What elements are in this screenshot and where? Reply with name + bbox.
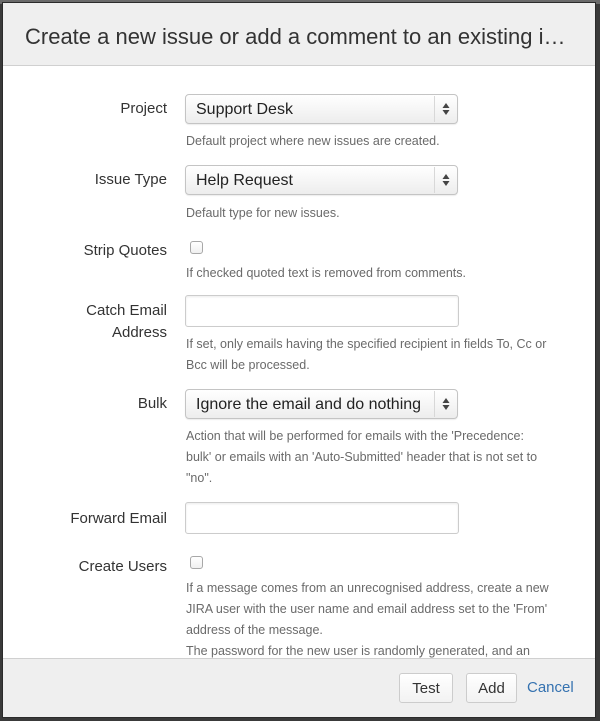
select-divider: [434, 391, 435, 417]
create-users-checkbox[interactable]: [190, 556, 203, 569]
select-divider: [434, 96, 435, 122]
add-button[interactable]: Add: [466, 673, 517, 703]
create-users-description-line1: If a message comes from an unrecognised …: [186, 581, 549, 595]
create-users-description: If a message comes from an unrecognised …: [186, 578, 586, 659]
up-down-chevron-icon: [442, 174, 450, 186]
bulk-description-line2: bulk' or emails with an 'Auto-Submitted'…: [186, 450, 538, 464]
bulk-select[interactable]: Ignore the email and do nothing: [185, 389, 458, 419]
issue-type-label: Issue Type: [94, 171, 167, 188]
catch-email-label-line1: Catch Email: [86, 302, 167, 319]
project-description: Default project where new issues are cre…: [186, 134, 440, 148]
catch-email-label: Catch Email Address: [17, 300, 167, 344]
catch-email-description-line2: Bcc will be processed.: [186, 358, 310, 372]
project-select[interactable]: Support Desk: [185, 94, 458, 124]
mail-handler-dialog: Create a new issue or add a comment to a…: [2, 2, 596, 718]
create-users-label: Create Users: [78, 558, 167, 575]
forward-email-input[interactable]: [185, 502, 459, 534]
issue-type-select-value: Help Request: [196, 172, 293, 189]
project-select-value: Support Desk: [196, 101, 293, 118]
bulk-description-line1: Action that will be performed for emails…: [186, 429, 524, 443]
project-label: Project: [120, 100, 167, 117]
dialog-header: Create a new issue or add a comment to a…: [3, 3, 595, 66]
catch-email-input[interactable]: [185, 295, 459, 327]
catch-email-label-line2: Address: [111, 324, 167, 341]
create-users-description-line4: The password for the new user is randoml…: [186, 644, 530, 658]
strip-quotes-description: If checked quoted text is removed from c…: [186, 266, 466, 280]
bulk-select-value: Ignore the email and do nothing: [196, 396, 422, 413]
bulk-description: Action that will be performed for emails…: [186, 426, 586, 489]
strip-quotes-label: Strip Quotes: [83, 242, 167, 259]
select-divider: [434, 167, 435, 193]
catch-email-description: If set, only emails having the specified…: [186, 334, 586, 376]
create-users-description-line3: address of the message.: [186, 623, 323, 637]
up-down-chevron-icon: [442, 103, 450, 115]
catch-email-description-line1: If set, only emails having the specified…: [186, 337, 547, 351]
forward-email-label: Forward Email: [70, 510, 167, 527]
test-button[interactable]: Test: [399, 673, 453, 703]
dialog-title: Create a new issue or add a comment to a…: [25, 24, 566, 49]
cancel-link[interactable]: Cancel: [527, 679, 574, 696]
bulk-description-line3: "no".: [186, 471, 213, 485]
issue-type-description: Default type for new issues.: [186, 206, 340, 220]
dialog-body: Project Support Desk Default project whe…: [3, 66, 595, 659]
dialog-footer: Test Add Cancel: [3, 658, 595, 717]
create-users-description-line2: JIRA user with the user name and email a…: [186, 602, 548, 616]
issue-type-select[interactable]: Help Request: [185, 165, 458, 195]
up-down-chevron-icon: [442, 398, 450, 410]
strip-quotes-checkbox[interactable]: [190, 241, 203, 254]
bulk-label: Bulk: [137, 395, 167, 412]
